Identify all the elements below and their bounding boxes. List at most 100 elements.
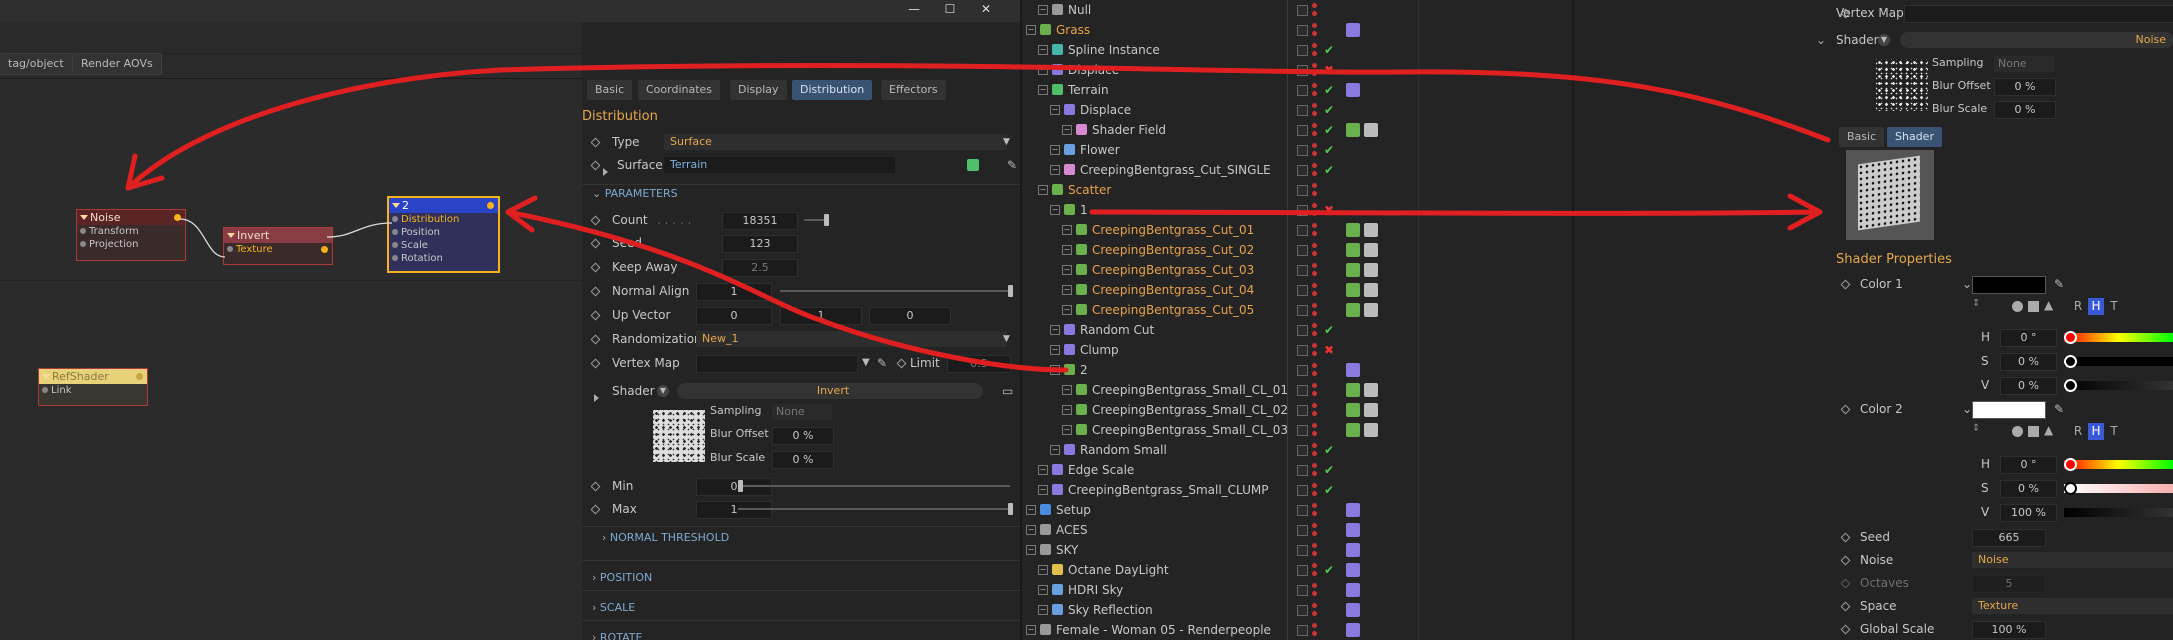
r-blurscale-field[interactable]: 0 %	[1994, 101, 2056, 119]
enabled-check-icon[interactable]: ✔	[1324, 480, 1334, 500]
object-name[interactable]: CreepingBentgrass_Small_CLUMP	[1068, 480, 1269, 500]
eyedropper-icon[interactable]: ✎	[2054, 398, 2064, 420]
object-row[interactable]: − Displace ✔	[1022, 100, 1342, 120]
render-visibility-dot[interactable]	[1312, 291, 1317, 296]
c2-sat-handle[interactable]	[2064, 482, 2077, 495]
render-visibility-dot[interactable]	[1312, 191, 1317, 196]
editor-visibility-dot[interactable]	[1312, 263, 1317, 268]
expand-toggle-icon[interactable]: −	[1038, 605, 1048, 615]
normal-threshold-header[interactable]: › NORMAL THRESHOLD	[602, 530, 729, 546]
keyframe-diamond[interactable]	[1840, 601, 1851, 612]
sampling-dropdown[interactable]: None	[772, 404, 832, 420]
r-mode-button[interactable]: R	[2070, 298, 2086, 315]
editor-visibility-dot[interactable]	[1312, 283, 1317, 288]
layer-checkbox[interactable]	[1297, 325, 1308, 336]
expand-toggle-icon[interactable]: −	[1050, 105, 1060, 115]
tag-icon[interactable]	[1346, 603, 1360, 617]
r-mode-button[interactable]: R	[2070, 423, 2086, 440]
render-visibility-dot[interactable]	[1312, 531, 1317, 536]
object-row[interactable]: − CreepingBentgrass_Cut_02	[1022, 240, 1342, 260]
expand-arrow-icon[interactable]	[603, 161, 608, 183]
tag-icon[interactable]	[1346, 243, 1360, 257]
collapse-icon[interactable]: ⇕	[1972, 423, 1980, 434]
object-row[interactable]: − Terrain ✔	[1022, 80, 1342, 100]
object-row[interactable]: − HDRI Sky	[1022, 580, 1342, 600]
object-row[interactable]: − Null	[1022, 0, 1342, 20]
layer-checkbox[interactable]	[1297, 465, 1308, 476]
expand-toggle-icon[interactable]: −	[1026, 625, 1036, 635]
tab-distribution[interactable]: Distribution	[792, 80, 873, 100]
editor-visibility-dot[interactable]	[1312, 63, 1317, 68]
object-name[interactable]: CreepingBentgrass_Cut_04	[1092, 280, 1254, 300]
layer-checkbox[interactable]	[1297, 485, 1308, 496]
layer-checkbox[interactable]	[1297, 125, 1308, 136]
enabled-check-icon[interactable]: ✔	[1324, 120, 1334, 140]
rotate-header[interactable]: › ROTATE	[592, 630, 642, 640]
expand-toggle-icon[interactable]: −	[1038, 585, 1048, 595]
editor-visibility-dot[interactable]	[1312, 243, 1317, 248]
max-field[interactable]: 1	[696, 501, 772, 519]
render-visibility-dot[interactable]	[1312, 151, 1317, 156]
render-visibility-dot[interactable]	[1312, 311, 1317, 316]
disabled-cross-icon[interactable]: ✖	[1324, 200, 1334, 220]
editor-visibility-dot[interactable]	[1312, 463, 1317, 468]
expand-toggle-icon[interactable]: −	[1050, 165, 1060, 175]
blurscale-field[interactable]: 0 %	[772, 451, 834, 469]
image-icon[interactable]: ▲	[2044, 423, 2053, 437]
object-row[interactable]: − CreepingBentgrass_Cut_03	[1022, 260, 1342, 280]
material-tag-icon[interactable]	[1364, 283, 1378, 297]
expand-toggle-icon[interactable]: −	[1026, 525, 1036, 535]
expand-toggle-icon[interactable]: −	[1062, 305, 1072, 315]
c1-val-slider[interactable]	[2064, 381, 2173, 390]
keyframe-diamond[interactable]	[896, 358, 907, 369]
enabled-check-icon[interactable]: ✔	[1324, 40, 1334, 60]
object-name[interactable]: Displace	[1068, 60, 1119, 80]
object-name[interactable]: Edge Scale	[1068, 460, 1134, 480]
layer-checkbox[interactable]	[1297, 305, 1308, 316]
tag-icon[interactable]	[1346, 523, 1360, 537]
expand-toggle-icon[interactable]: −	[1062, 125, 1072, 135]
editor-visibility-dot[interactable]	[1312, 183, 1317, 188]
tag-icon[interactable]	[1346, 583, 1360, 597]
r-globalscale-field[interactable]: 100 %	[1972, 621, 2046, 639]
tag-icon[interactable]	[1346, 283, 1360, 297]
render-visibility-dot[interactable]	[1312, 31, 1317, 36]
max-slider[interactable]	[738, 508, 1010, 510]
r-shader-field[interactable]: Noise	[1900, 32, 2173, 48]
render-visibility-dot[interactable]	[1312, 91, 1317, 96]
node-editor-panel[interactable]: tag/object Render AOVs Noise Transform P…	[0, 0, 582, 640]
layer-checkbox[interactable]	[1297, 205, 1308, 216]
object-name[interactable]: CreepingBentgrass_Cut_SINGLE	[1080, 160, 1271, 180]
object-row[interactable]: − Female - Woman 05 - Renderpeople	[1022, 620, 1342, 640]
editor-visibility-dot[interactable]	[1312, 563, 1317, 568]
surface-link-field[interactable]: Terrain	[664, 157, 895, 173]
object-row[interactable]: − Scatter	[1022, 180, 1342, 200]
render-visibility-dot[interactable]	[1312, 571, 1317, 576]
object-row[interactable]: − Sky Reflection	[1022, 600, 1342, 620]
object-row[interactable]: − Displace ✖	[1022, 60, 1342, 80]
upvector-x-field[interactable]: 0	[696, 307, 772, 325]
object-manager-panel[interactable]: − Null − Grass − Spline Instance ✔ − Displace ✖ − T…	[1022, 0, 1342, 640]
object-row[interactable]: − CreepingBentgrass_Small_CL_03	[1022, 420, 1342, 440]
object-row[interactable]: − Spline Instance ✔	[1022, 40, 1342, 60]
render-visibility-dot[interactable]	[1312, 451, 1317, 456]
normal-align-slider-handle[interactable]	[1008, 285, 1013, 297]
editor-visibility-dot[interactable]	[1312, 163, 1317, 168]
object-row[interactable]: − Clump ✖	[1022, 340, 1342, 360]
scale-header[interactable]: › SCALE	[592, 600, 635, 616]
expand-toggle-icon[interactable]: −	[1038, 5, 1048, 15]
count-field[interactable]: 18351	[722, 212, 798, 230]
layer-checkbox[interactable]	[1297, 405, 1308, 416]
expand-toggle-icon[interactable]: −	[1038, 45, 1048, 55]
editor-visibility-dot[interactable]	[1312, 223, 1317, 228]
expand-toggle-icon[interactable]: −	[1038, 565, 1048, 575]
c2-hue-slider[interactable]	[2064, 460, 2173, 469]
expand-arrow-icon[interactable]	[594, 387, 599, 409]
c2-s-field[interactable]: 0 %	[2000, 480, 2057, 498]
shader-attributes-panel[interactable]: Vertex Map ⌄ Shader ▼ Noise Sampling Non…	[1812, 0, 2173, 640]
randomization-dropdown[interactable]: New_1	[696, 331, 1007, 347]
keyframe-diamond[interactable]	[590, 238, 601, 249]
chevron-down-icon[interactable]: ⌄	[1962, 398, 1972, 420]
layer-checkbox[interactable]	[1297, 45, 1308, 56]
object-name[interactable]: Shader Field	[1092, 120, 1166, 140]
